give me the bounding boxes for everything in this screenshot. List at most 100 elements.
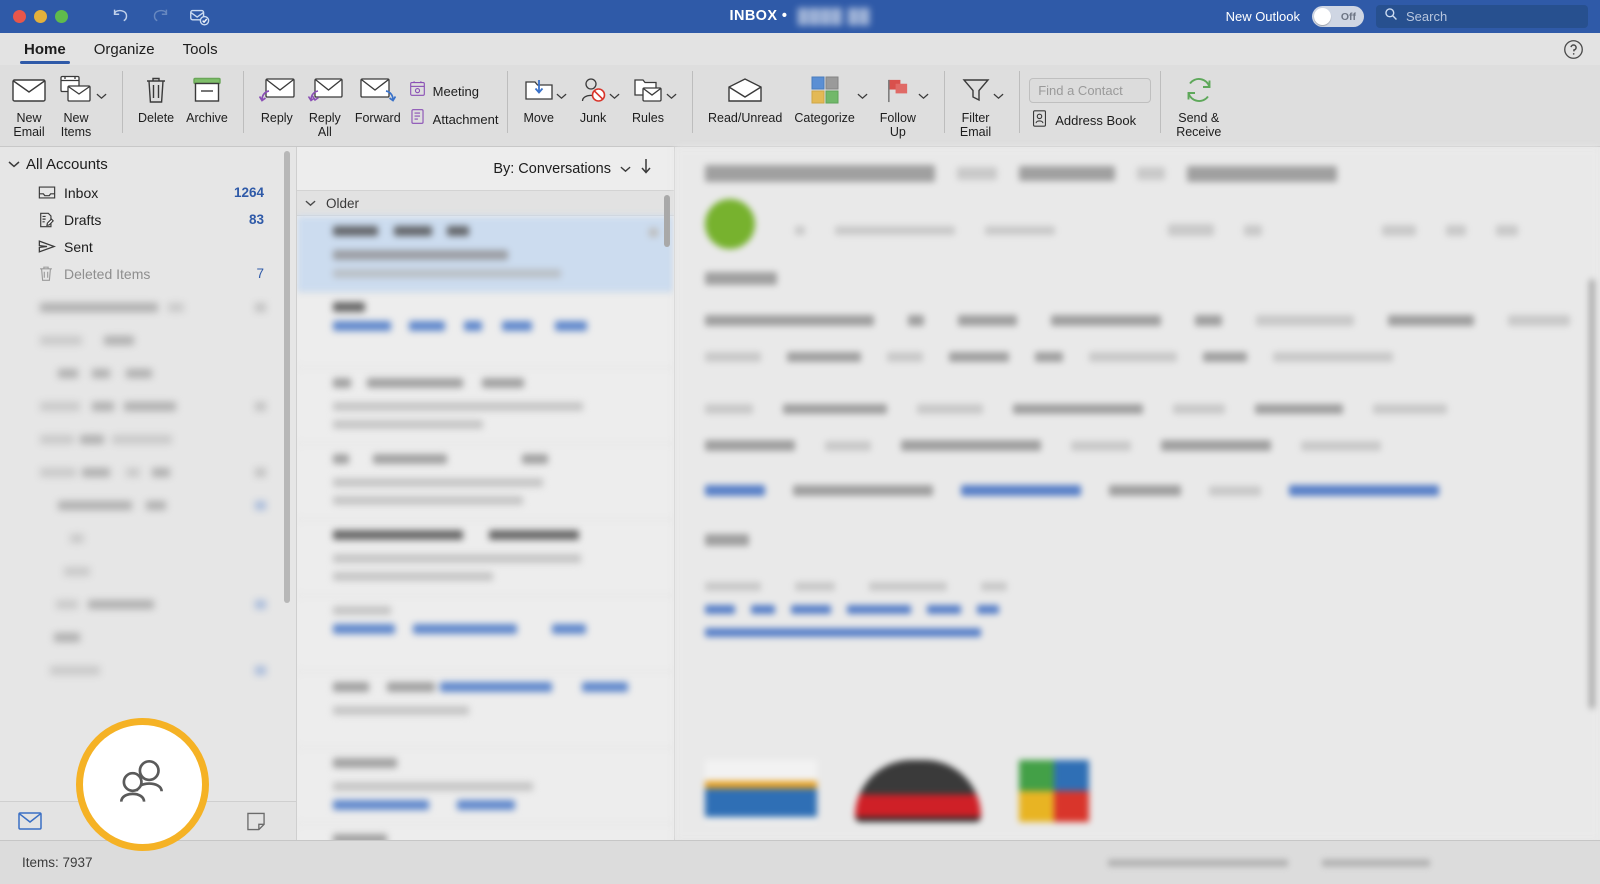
junk-icon: [579, 69, 607, 111]
rules-icon: [633, 69, 663, 111]
filter-email-button[interactable]: Filter Email: [954, 65, 1010, 139]
attachment-label: Attachment: [432, 111, 499, 127]
window-title-text: INBOX: [729, 8, 778, 25]
move-button[interactable]: Move: [517, 65, 573, 126]
minimize-traffic-light-icon[interactable]: [34, 10, 47, 23]
send-receive-button[interactable]: Send & Receive: [1170, 65, 1227, 139]
help-question-icon[interactable]: [1563, 39, 1584, 60]
delete-button[interactable]: Delete: [132, 65, 180, 126]
reply-label: Reply: [260, 111, 293, 125]
zoom-traffic-light-icon[interactable]: [55, 10, 68, 23]
table-row[interactable]: [297, 596, 674, 672]
message-list-scrollbar[interactable]: [664, 195, 670, 247]
new-outlook-toggle[interactable]: Off: [1312, 6, 1364, 27]
redo-icon[interactable]: [149, 6, 171, 28]
table-row[interactable]: [297, 444, 674, 520]
reading-pane-scrollbar[interactable]: [1589, 279, 1595, 709]
junk-button[interactable]: Junk: [573, 65, 626, 126]
undo-icon[interactable]: [110, 6, 132, 28]
list-item[interactable]: [0, 291, 296, 324]
send-receive-quick-icon[interactable]: [188, 6, 210, 28]
list-item[interactable]: [0, 489, 296, 522]
table-row[interactable]: [297, 824, 674, 840]
table-row[interactable]: [297, 216, 674, 292]
list-item[interactable]: [0, 621, 296, 654]
table-row[interactable]: [297, 748, 674, 824]
meeting-button[interactable]: Meeting: [407, 80, 499, 102]
list-item[interactable]: [0, 456, 296, 489]
chevron-down-icon[interactable]: [918, 87, 929, 105]
contacts-highlight-callout: [76, 718, 209, 851]
email-body-logos: [705, 760, 1089, 822]
new-items-icon: [58, 69, 94, 111]
tab-tools[interactable]: Tools: [169, 33, 232, 65]
table-row[interactable]: [297, 292, 674, 368]
sidebar-item-drafts[interactable]: Drafts 83: [0, 206, 296, 233]
list-item[interactable]: [0, 324, 296, 357]
categorize-button[interactable]: Categorize: [788, 65, 873, 126]
search-input[interactable]: Search: [1376, 5, 1588, 28]
new-email-button[interactable]: New Email: [6, 65, 52, 139]
chevron-down-icon[interactable]: [305, 194, 316, 212]
notes-nav-icon[interactable]: [246, 810, 270, 832]
tab-home[interactable]: Home: [10, 33, 80, 65]
reply-button[interactable]: Reply: [253, 65, 301, 126]
table-row[interactable]: [297, 520, 674, 596]
all-accounts-header[interactable]: All Accounts: [0, 147, 296, 179]
rules-button[interactable]: Rules: [626, 65, 683, 126]
table-row[interactable]: [297, 368, 674, 444]
read-unread-button[interactable]: Read/Unread: [702, 65, 788, 126]
chevron-down-icon[interactable]: [609, 87, 620, 105]
meeting-label: Meeting: [432, 83, 479, 99]
chevron-down-icon[interactable]: [857, 87, 868, 105]
message-list-header: By: Conversations: [297, 147, 674, 191]
mail-nav-icon[interactable]: [18, 810, 42, 832]
chevron-down-icon[interactable]: [666, 87, 677, 105]
chevron-down-icon[interactable]: [556, 87, 567, 105]
send-receive-label: Send & Receive: [1176, 111, 1222, 139]
outlook-window: INBOX • ████ ██ New Outlook Off Search H: [0, 0, 1600, 884]
list-item[interactable]: [0, 654, 296, 687]
chevron-down-icon[interactable]: [993, 87, 1004, 105]
title-bar-right: New Outlook Off Search: [1226, 0, 1588, 33]
table-row[interactable]: [297, 672, 674, 748]
list-item[interactable]: [0, 522, 296, 555]
window-controls: [13, 10, 68, 23]
respond-stacked-items: Meeting Attachment: [407, 65, 499, 141]
forward-button[interactable]: Forward: [349, 65, 407, 126]
arrow-down-icon[interactable]: [640, 158, 652, 179]
close-traffic-light-icon[interactable]: [13, 10, 26, 23]
sidebar-item-sent[interactable]: Sent: [0, 233, 296, 260]
search-placeholder: Search: [1406, 9, 1448, 24]
list-item[interactable]: [0, 588, 296, 621]
people-contacts-icon[interactable]: [112, 757, 174, 812]
reply-all-button[interactable]: Reply All: [301, 65, 349, 139]
ribbon-group-new: New Email New Items: [6, 65, 113, 147]
sidebar-item-inbox[interactable]: Inbox 1264: [0, 179, 296, 206]
archive-button[interactable]: Archive: [180, 65, 234, 126]
chevron-down-icon[interactable]: [96, 87, 107, 105]
follow-up-button[interactable]: Follow Up: [874, 65, 935, 139]
list-item[interactable]: [0, 390, 296, 423]
chevron-down-icon[interactable]: [8, 155, 20, 173]
find-a-contact-input[interactable]: Find a Contact: [1029, 77, 1152, 103]
send-receive-icon: [1184, 69, 1214, 111]
sort-by-label[interactable]: By: Conversations: [493, 161, 611, 177]
follow-up-flag-icon: [884, 69, 911, 111]
categorize-icon: [811, 69, 839, 111]
list-item[interactable]: [0, 357, 296, 390]
ribbon-separator: [507, 71, 509, 133]
ribbon-group-filter: Filter Email: [954, 65, 1010, 147]
chevron-down-icon[interactable]: [620, 160, 631, 178]
attachment-button[interactable]: Attachment: [407, 108, 499, 130]
sent-icon: [38, 239, 56, 254]
tab-organize[interactable]: Organize: [80, 33, 169, 65]
new-items-button[interactable]: New Items: [52, 65, 113, 139]
list-item[interactable]: [0, 555, 296, 588]
ribbon-group-contacts: Find a Contact Address Book: [1029, 65, 1152, 147]
message-group-header-older[interactable]: Older: [297, 191, 674, 216]
address-book-button[interactable]: Address Book: [1029, 109, 1151, 133]
list-item[interactable]: [0, 423, 296, 456]
sidebar-scrollbar[interactable]: [284, 151, 290, 603]
sidebar-item-deleted[interactable]: Deleted Items 7: [0, 260, 296, 287]
